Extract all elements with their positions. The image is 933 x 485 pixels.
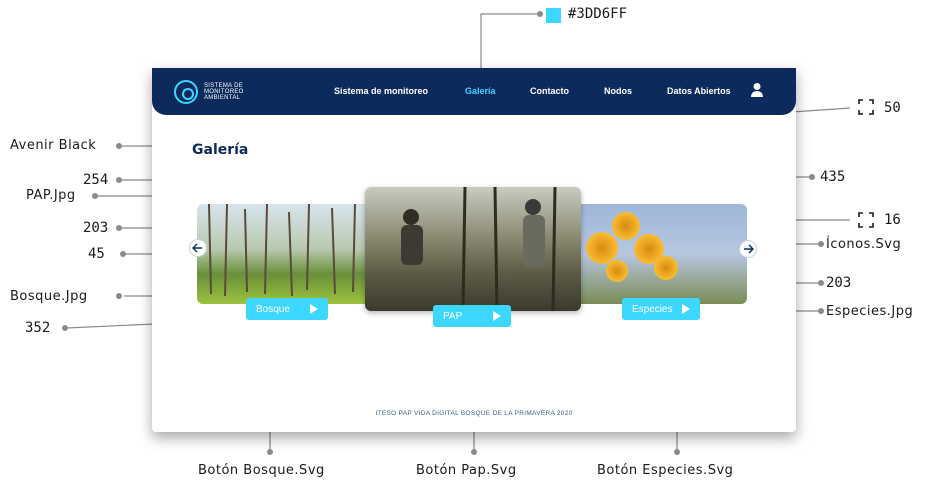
- arrow-left-icon: [192, 243, 202, 253]
- navbar-height-label: 50: [884, 100, 901, 116]
- annotation-dot: [674, 449, 680, 455]
- annotation-dot: [537, 11, 543, 17]
- especies-file-label: Especies.Jpg: [826, 304, 914, 319]
- nav-item-datos-abiertos[interactable]: Datos Abiertos: [667, 86, 731, 96]
- font-name-label: Avenir Black: [10, 138, 97, 153]
- dimension-icon: [858, 99, 874, 115]
- btn-especies-file-label: Botón Especies.Svg: [597, 463, 734, 478]
- color-swatch: [546, 8, 561, 23]
- flower: [654, 256, 678, 280]
- footer-text: ITESO PAP VIDA DIGITAL BOSQUE DE LA PRIM…: [375, 410, 573, 417]
- annotation-dot: [92, 193, 98, 199]
- pap-width-label: 254: [83, 172, 109, 188]
- bosque-photo[interactable]: [197, 204, 372, 304]
- annotation-dot: [116, 225, 122, 231]
- especies-photo[interactable]: [572, 204, 747, 304]
- annotation-dot: [471, 449, 477, 455]
- icon-size-label: 16: [884, 212, 901, 228]
- site-logo[interactable]: SISTEMA DE MONITOREO AMBIENTAL: [174, 80, 264, 104]
- btn-pap-file-label: Botón Pap.Svg: [416, 463, 517, 478]
- pap-height-label: 435: [820, 169, 846, 185]
- logo-icon: [174, 80, 198, 104]
- annotation-dot: [818, 241, 824, 247]
- annotation-dot: [818, 280, 824, 286]
- people-scene: [401, 187, 557, 311]
- flower: [612, 212, 640, 240]
- nav-item-sistema[interactable]: Sistema de monitoreo: [334, 86, 428, 96]
- annotation-dot: [818, 308, 824, 314]
- bosque-button-label: Bosque: [256, 303, 290, 315]
- nav-item-galeria[interactable]: Galería: [465, 86, 496, 96]
- color-hex-label: #3DD6FF: [568, 6, 628, 22]
- pap-photo[interactable]: [365, 187, 581, 311]
- side-height-right-label: 203: [826, 275, 852, 291]
- logo-text: SISTEMA DE MONITOREO AMBIENTAL: [204, 83, 244, 101]
- pap-button[interactable]: PAP: [433, 305, 511, 327]
- arrow-size-label: 45: [88, 246, 105, 262]
- especies-button[interactable]: Especies: [622, 298, 700, 320]
- nav-item-nodos[interactable]: Nodos: [604, 86, 632, 96]
- annotation-dot: [116, 143, 122, 149]
- page-title: Galería: [192, 142, 249, 158]
- flower: [586, 232, 618, 264]
- forest-trees: [208, 204, 356, 297]
- next-arrow-button[interactable]: [739, 240, 757, 258]
- annotation-dot: [809, 174, 815, 180]
- annotation-dot: [267, 449, 273, 455]
- btn-bosque-file-label: Botón Bosque.Svg: [198, 463, 325, 478]
- annotation-dot: [120, 251, 126, 257]
- dimension-icon: [858, 212, 874, 228]
- nav-item-contacto[interactable]: Contacto: [530, 86, 569, 96]
- user-icon[interactable]: [750, 82, 764, 98]
- bosque-button[interactable]: Bosque: [246, 298, 328, 320]
- arrow-right-icon: [744, 244, 754, 254]
- annotation-dot: [116, 177, 122, 183]
- navbar: SISTEMA DE MONITOREO AMBIENTAL Sistema d…: [152, 68, 796, 115]
- bosque-file-label: Bosque.Jpg: [10, 289, 88, 304]
- pap-file-label: PAP.Jpg: [26, 188, 76, 203]
- play-icon: [493, 311, 501, 321]
- prev-arrow-button[interactable]: [189, 239, 207, 257]
- play-icon: [682, 304, 690, 314]
- play-icon: [310, 304, 318, 314]
- especies-button-label: Especies: [632, 303, 673, 315]
- side-height-left-label: 203: [83, 220, 109, 236]
- pap-button-label: PAP: [443, 310, 463, 322]
- icons-file-label: Íconos.Svg: [826, 237, 902, 252]
- website-mockup: SISTEMA DE MONITOREO AMBIENTAL Sistema d…: [152, 68, 796, 432]
- bosque-width-label: 352: [25, 320, 51, 336]
- flower: [606, 260, 628, 282]
- annotation-dot: [62, 325, 68, 331]
- annotation-dot: [116, 293, 122, 299]
